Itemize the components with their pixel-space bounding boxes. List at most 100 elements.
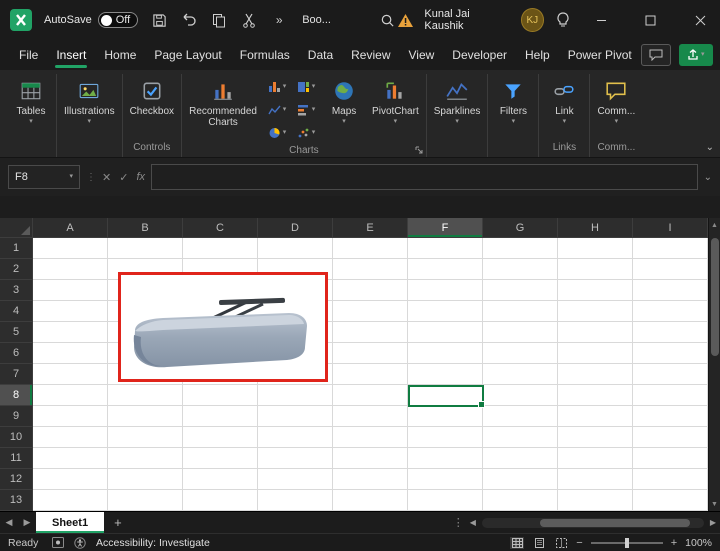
tab-view[interactable]: View <box>400 40 444 70</box>
cell-A3[interactable] <box>33 280 108 301</box>
cell-G1[interactable] <box>483 238 558 259</box>
row-header-11[interactable]: 11 <box>0 448 33 469</box>
cell-G3[interactable] <box>483 280 558 301</box>
zoom-slider[interactable] <box>590 537 663 548</box>
user-name[interactable]: Kunal Jai Kaushik <box>424 8 510 32</box>
expand-formula-bar-icon[interactable]: ⌄ <box>704 172 712 183</box>
cell-H7[interactable] <box>558 364 633 385</box>
insert-function-icon[interactable]: fx <box>136 171 145 183</box>
cell-F5[interactable] <box>408 322 483 343</box>
cell-I11[interactable] <box>633 448 708 469</box>
tab-insert[interactable]: Insert <box>47 40 95 70</box>
tab-page-layout[interactable]: Page Layout <box>145 40 230 70</box>
warning-icon[interactable] <box>397 11 415 29</box>
column-chart-button[interactable]: ▾ <box>263 76 291 98</box>
cell-E12[interactable] <box>333 469 408 490</box>
line-chart-button[interactable]: ▾ <box>263 99 291 121</box>
maps-button[interactable]: Maps ▾ <box>322 74 366 125</box>
scroll-right-icon[interactable]: ▶ <box>710 518 716 527</box>
bar-chart-button[interactable]: ▾ <box>292 99 320 121</box>
cell-I12[interactable] <box>633 469 708 490</box>
cell-I4[interactable] <box>633 301 708 322</box>
tab-home[interactable]: Home <box>95 40 145 70</box>
vertical-scrollbar[interactable]: ▲ ▼ <box>708 218 720 511</box>
page-layout-view-icon[interactable] <box>532 537 546 549</box>
select-all-corner[interactable] <box>0 218 33 238</box>
column-header-I[interactable]: I <box>633 218 708 238</box>
cell-E5[interactable] <box>333 322 408 343</box>
cell-F12[interactable] <box>408 469 483 490</box>
cancel-icon[interactable]: ✕ <box>102 171 111 184</box>
page-break-view-icon[interactable] <box>554 537 568 549</box>
tab-developer[interactable]: Developer <box>443 40 516 70</box>
autosave-toggle[interactable]: AutoSave Off <box>44 12 139 28</box>
pie-chart-button[interactable]: ▾ <box>263 122 291 144</box>
comment-button[interactable]: Comm... ▾ <box>593 74 639 125</box>
cell-I3[interactable] <box>633 280 708 301</box>
cell-G5[interactable] <box>483 322 558 343</box>
charts-dialog-launcher-icon[interactable] <box>415 146 424 155</box>
tables-button[interactable]: Tables ▾ <box>9 74 53 125</box>
cell-H12[interactable] <box>558 469 633 490</box>
cell-I9[interactable] <box>633 406 708 427</box>
cell-H11[interactable] <box>558 448 633 469</box>
cell-G10[interactable] <box>483 427 558 448</box>
row-header-7[interactable]: 7 <box>0 364 33 385</box>
search-icon[interactable] <box>379 11 397 29</box>
undo-icon[interactable] <box>180 11 198 29</box>
cell-G9[interactable] <box>483 406 558 427</box>
cell-D11[interactable] <box>258 448 333 469</box>
column-header-F[interactable]: F <box>408 218 483 238</box>
enter-icon[interactable]: ✓ <box>119 171 128 184</box>
cell-A6[interactable] <box>33 343 108 364</box>
cell-A1[interactable] <box>33 238 108 259</box>
cell-A10[interactable] <box>33 427 108 448</box>
cell-A8[interactable] <box>33 385 108 406</box>
column-header-D[interactable]: D <box>258 218 333 238</box>
row-header-13[interactable]: 13 <box>0 490 33 511</box>
cell-F10[interactable] <box>408 427 483 448</box>
cell-F11[interactable] <box>408 448 483 469</box>
accessibility-icon[interactable] <box>74 536 86 549</box>
cell-A4[interactable] <box>33 301 108 322</box>
cell-B10[interactable] <box>108 427 183 448</box>
column-header-E[interactable]: E <box>333 218 408 238</box>
cell-E10[interactable] <box>333 427 408 448</box>
cell-A11[interactable] <box>33 448 108 469</box>
cell-I5[interactable] <box>633 322 708 343</box>
cell-I13[interactable] <box>633 490 708 511</box>
illustrations-button[interactable]: Illustrations ▾ <box>60 74 119 125</box>
lightbulb-icon[interactable] <box>554 11 572 29</box>
row-header-3[interactable]: 3 <box>0 280 33 301</box>
cell-F7[interactable] <box>408 364 483 385</box>
share-button[interactable]: ▾ <box>678 44 713 66</box>
cell-A7[interactable] <box>33 364 108 385</box>
cell-F13[interactable] <box>408 490 483 511</box>
save-icon[interactable] <box>150 11 168 29</box>
cell-B12[interactable] <box>108 469 183 490</box>
collapse-ribbon-icon[interactable]: ⌄ <box>706 142 714 153</box>
cell-C10[interactable] <box>183 427 258 448</box>
sparklines-button[interactable]: Sparklines ▾ <box>430 74 485 125</box>
vertical-scroll-thumb[interactable] <box>711 238 719 356</box>
cell-C9[interactable] <box>183 406 258 427</box>
cell-E8[interactable] <box>333 385 408 406</box>
copy-icon[interactable] <box>210 11 228 29</box>
cell-H6[interactable] <box>558 343 633 364</box>
row-header-4[interactable]: 4 <box>0 301 33 322</box>
close-button[interactable] <box>681 0 720 40</box>
cell-G13[interactable] <box>483 490 558 511</box>
cell-B13[interactable] <box>108 490 183 511</box>
cell-G11[interactable] <box>483 448 558 469</box>
cell-G8[interactable] <box>483 385 558 406</box>
cell-F2[interactable] <box>408 259 483 280</box>
cut-icon[interactable] <box>240 11 258 29</box>
document-title[interactable]: Boo... <box>302 14 331 26</box>
more-commands-icon[interactable]: » <box>270 11 288 29</box>
cell-E3[interactable] <box>333 280 408 301</box>
checkbox-button[interactable]: Checkbox <box>126 74 178 117</box>
hierarchy-chart-button[interactable]: ▾ <box>292 76 320 98</box>
macro-record-icon[interactable] <box>52 537 64 548</box>
cell-D12[interactable] <box>258 469 333 490</box>
row-header-2[interactable]: 2 <box>0 259 33 280</box>
